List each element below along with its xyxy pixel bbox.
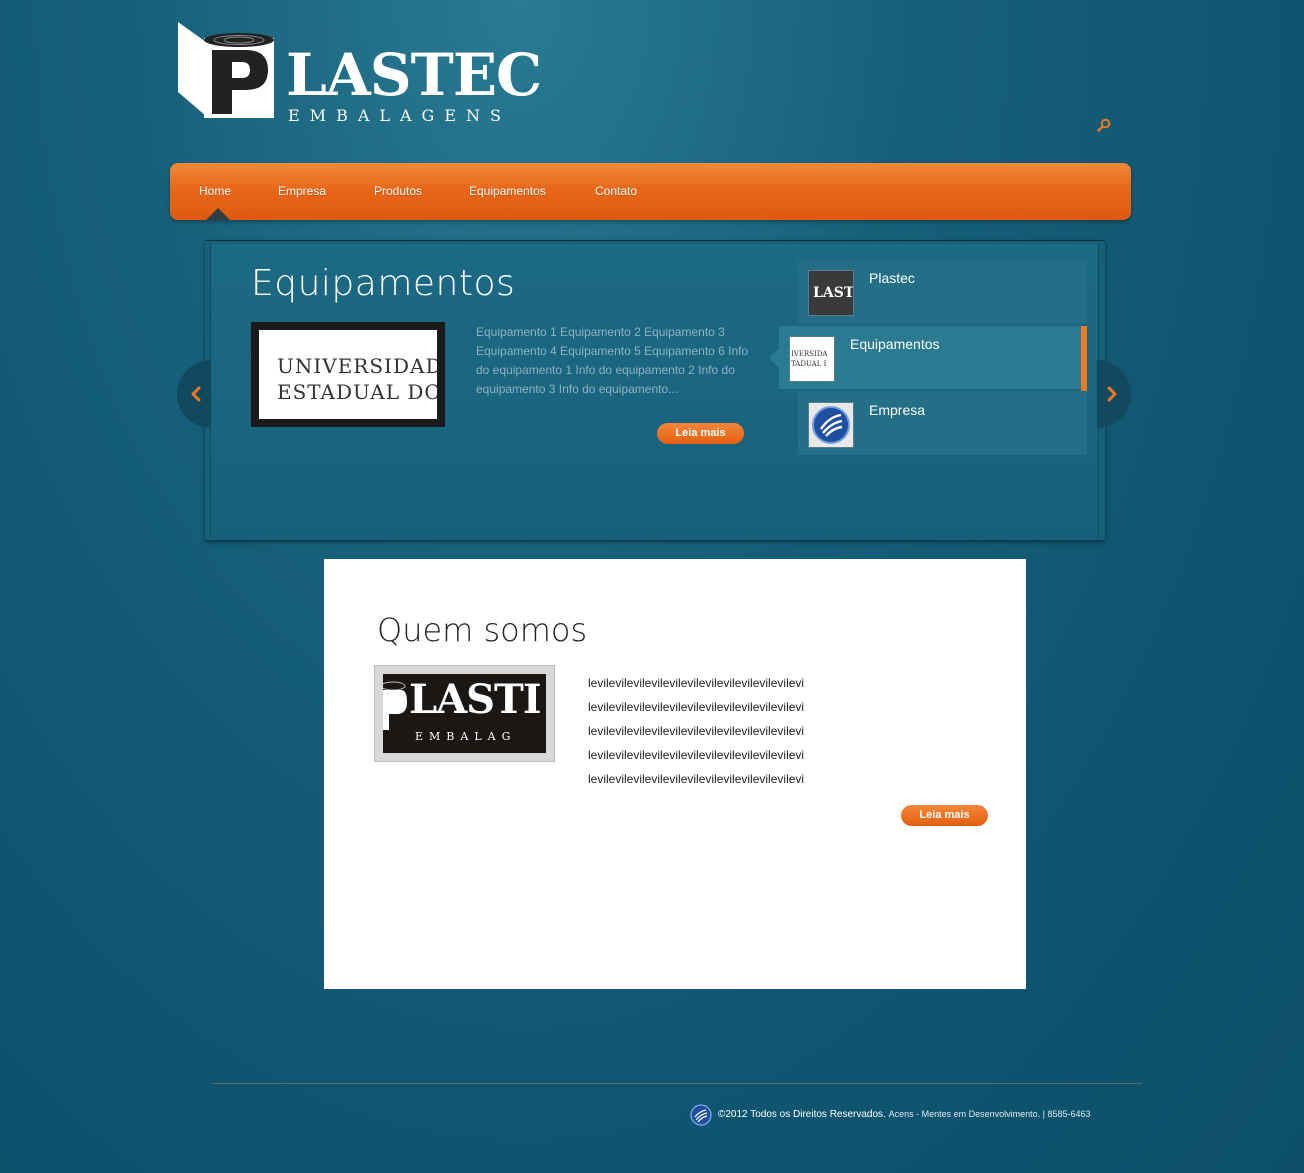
acens-logo-icon[interactable] xyxy=(690,1104,712,1126)
slider-thumb-equipamentos[interactable]: IVERSIDA TADUAL I Equipamentos xyxy=(769,326,1087,391)
search-icon[interactable] xyxy=(1097,118,1111,132)
slide-image-text-line: UNIVERSIDADE xyxy=(277,354,437,378)
thumb-label: Empresa xyxy=(869,402,926,418)
about-text-line: levilevilevilevilevilevilevilevilevilevi… xyxy=(588,724,805,738)
nav-item-contato[interactable]: Contato xyxy=(595,184,637,198)
slide-image-text-line: ESTADUAL DO C xyxy=(277,380,437,404)
about-read-more-button[interactable]: Leia mais xyxy=(901,805,988,826)
about-text-line: levilevilevilevilevilevilevilevilevilevi… xyxy=(588,700,805,714)
about-image-wordmark: LASTI xyxy=(409,676,542,723)
slide-title: Equipamentos xyxy=(251,263,516,304)
about-section: Quem somos LASTI EMBALAG levilevilevilev… xyxy=(324,559,1026,989)
logo-wordmark: LASTEC xyxy=(286,41,542,109)
thumb-active-arrow xyxy=(769,348,779,368)
slide-description: Equipamento 1 Equipamento 2 Equipamento … xyxy=(476,325,749,396)
thumb-image-text: IVERSIDA TADUAL I xyxy=(791,350,828,368)
chevron-left-icon xyxy=(191,386,201,402)
footer-divider xyxy=(212,1083,1142,1084)
about-title: Quem somos xyxy=(377,611,588,649)
about-image-subtitle: EMBALAG xyxy=(415,730,517,743)
about-text-line: levilevilevilevilevilevilevilevilevilevi… xyxy=(588,748,805,762)
slider-prev-button[interactable] xyxy=(177,360,211,428)
slider-thumb-plastec[interactable]: LAST Plastec xyxy=(798,260,1087,323)
nav-active-indicator xyxy=(206,208,230,220)
slider-next-button[interactable] xyxy=(1097,360,1131,428)
footer-credit[interactable]: Acens - Mentes em Desenvolvimento. | 858… xyxy=(889,1109,1091,1119)
footer-copyright: ©2012 Todos os Direitos Reservados. Acen… xyxy=(718,1109,1091,1120)
logo-subtitle: EMBALAGENS xyxy=(288,106,511,125)
about-text: levilevilevilevilevilevilevilevilevilevi… xyxy=(588,671,808,791)
footer-copyright-text: ©2012 Todos os Direitos Reservados. xyxy=(718,1109,886,1120)
thumb-label: Plastec xyxy=(869,270,915,286)
nav-item-equipamentos[interactable]: Equipamentos xyxy=(469,184,546,198)
thumb-image: IVERSIDA TADUAL I xyxy=(789,336,835,382)
logo-roll-icon xyxy=(178,22,274,118)
thumb-image: LAST xyxy=(808,270,854,316)
thumb-image-text: LAST xyxy=(813,285,854,301)
globe-logo-icon xyxy=(812,406,850,444)
site-logo[interactable]: LASTEC EMBALAGENS xyxy=(176,20,542,130)
thumb-image xyxy=(808,402,854,448)
chevron-right-icon xyxy=(1107,386,1117,402)
nav-item-empresa[interactable]: Empresa xyxy=(278,184,326,198)
nav-item-home[interactable]: Home xyxy=(199,184,231,198)
thumb-active-bar xyxy=(1081,326,1087,391)
main-nav: Home Empresa Produtos Equipamentos Conta… xyxy=(170,163,1131,220)
logo-roll-icon xyxy=(383,681,407,730)
about-text-line: levilevilevilevilevilevilevilevilevilevi… xyxy=(588,676,805,690)
about-image[interactable]: LASTI EMBALAG xyxy=(374,665,555,762)
nav-item-produtos[interactable]: Produtos xyxy=(374,184,422,198)
thumb-label: Equipamentos xyxy=(850,336,940,352)
slide-image[interactable]: UNIVERSIDADE ESTADUAL DO C xyxy=(251,322,445,427)
slide-read-more-button[interactable]: Leia mais xyxy=(657,423,744,444)
about-text-line: levilevilevilevilevilevilevilevilevilevi… xyxy=(588,772,805,786)
slider-thumb-empresa[interactable]: Empresa xyxy=(798,392,1087,455)
